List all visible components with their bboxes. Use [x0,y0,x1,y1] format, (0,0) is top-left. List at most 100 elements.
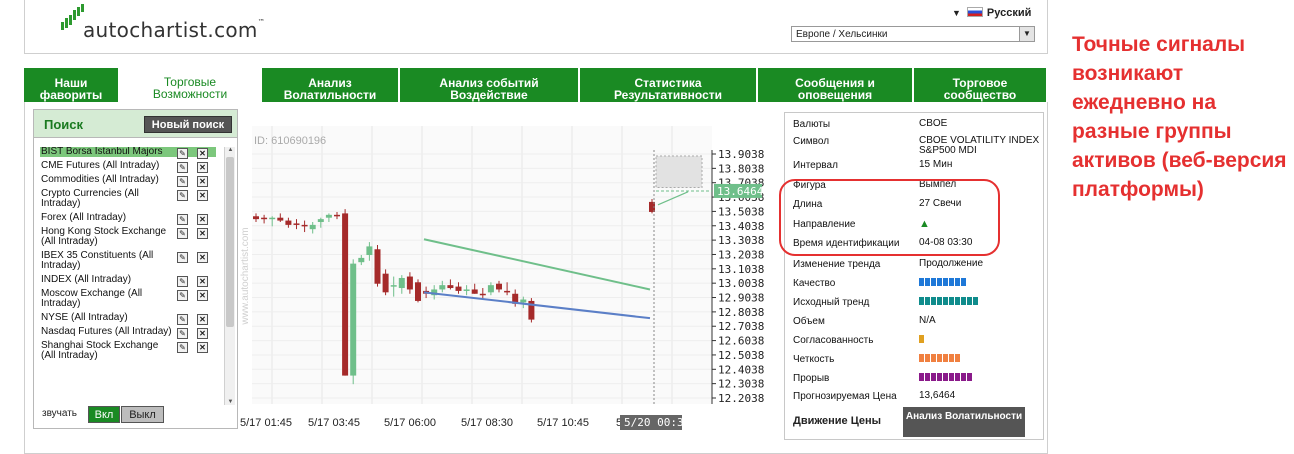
chevron-down-icon[interactable]: ▼ [1019,27,1034,41]
detail-key: Четкость [793,354,835,365]
list-item-label: IBEX 35 Constituents (All Intraday) [41,250,154,271]
list-item[interactable]: Commodities (All Intraday) ✎ ✕ [40,175,216,187]
edit-icon[interactable]: ✎ [177,162,188,173]
price-chart[interactable]: www.autochartist.com ID: 610690196 13.9038… [240,126,770,430]
candle-body [261,217,268,220]
list-item[interactable]: CME Futures (All Intraday) ✎ ✕ [40,160,216,173]
delete-icon[interactable]: ✕ [197,314,208,325]
list-item[interactable]: IBEX 35 Constituents (All Intraday) ✎ ✕ [40,251,216,271]
volatility-analysis-button[interactable]: Анализ Волатильности [903,407,1025,437]
level-segment [955,297,960,305]
candle-body [382,273,389,293]
sound-on-button[interactable]: Вкл [88,406,120,423]
detail-key: Символ [793,136,830,147]
list-item[interactable]: NYSE (All Intraday) ✎ ✕ [40,313,216,325]
delete-icon[interactable]: ✕ [197,162,208,173]
delete-icon[interactable]: ✕ [197,148,208,159]
delete-icon[interactable]: ✕ [197,276,208,287]
plot-background [252,126,712,404]
level-segment [925,373,930,381]
list-item[interactable]: Shanghai Stock Exchange (All Intraday) ✎ ✕ [40,341,216,361]
tab-6[interactable]: Сообщения и оповещения [758,68,914,102]
list-item[interactable]: Moscow Exchange (All Intraday) ✎ ✕ [40,289,216,309]
tab-2[interactable]: Торговые Возможности [120,68,262,102]
y-tick-label: 13.2038 [718,248,764,261]
candle-body [504,290,511,293]
edit-icon[interactable]: ✎ [177,328,188,339]
delete-icon[interactable]: ✕ [197,252,208,263]
delete-icon[interactable]: ✕ [197,328,208,339]
edit-icon[interactable]: ✎ [177,276,188,287]
delete-icon[interactable]: ✕ [197,342,208,353]
level-segment [943,354,948,362]
level-segment [931,373,936,381]
time-label: 5/20 00:30 [624,416,690,429]
tab-3[interactable]: Анализ Волатильности [262,68,400,102]
new-search-button[interactable]: Новый поиск [144,116,232,133]
x-tick-label: 5/17 01:45 [240,417,292,429]
candle-body [455,286,462,291]
list-item[interactable]: Forex (All Intraday) ✎ ✕ [40,213,216,225]
level-segment [943,297,948,305]
level-segment [919,278,924,286]
candle-body [350,263,357,376]
level-segment [919,373,924,381]
tab-5[interactable]: Статистика Результативности [580,68,758,102]
tab-1[interactable]: Наши фавориты [24,68,120,102]
promo-caption: Точные сигналы возникают ежедневно на ра… [1072,33,1287,201]
language-selector[interactable]: ▼ Русский [952,7,1031,19]
edit-icon[interactable]: ✎ [177,314,188,325]
main-tabs: Наши фавориты Торговые Возможности Анализ Вол… [24,68,1048,102]
candle-body [406,276,413,290]
list-item-label: CME Futures (All Intraday) [41,160,160,171]
list-item[interactable]: BIST Borsa Istanbul Majors ✎ ✕ [40,147,216,159]
edit-icon[interactable]: ✎ [177,214,188,225]
edit-icon[interactable]: ✎ [177,252,188,263]
scroll-down-icon[interactable]: ▼ [226,399,235,405]
logo-text: autochartist.com™ [83,18,266,42]
edit-icon[interactable]: ✎ [177,148,188,159]
detail-key: Интервал [793,160,838,171]
detail-key: Объем [793,316,825,327]
tab-4[interactable]: Анализ событий Воздействие [400,68,580,102]
list-item[interactable]: INDEX (All Intraday) ✎ ✕ [40,275,216,287]
list-item-label: Hong Kong Stock Exchange (All Intraday) [41,226,167,247]
price-movement-label: Движение Цены [793,415,882,427]
list-item[interactable]: Nasdaq Futures (All Intraday) ✎ ✕ [40,327,216,339]
delete-icon[interactable]: ✕ [197,228,208,239]
delete-icon[interactable]: ✕ [197,290,208,301]
candle-body [366,246,373,256]
sound-off-button[interactable]: Выкл [121,406,164,423]
tab-label-line2: Волатильности [283,88,377,102]
y-tick-label: 13.4038 [718,220,764,233]
delete-icon[interactable]: ✕ [197,214,208,225]
chart-id-label: ID: 610690196 [254,135,326,147]
tab-7[interactable]: Торговое сообщество [914,68,1048,102]
level-segment [937,297,942,305]
candle-body [415,282,421,301]
level-segment [937,354,942,362]
detail-value: CBOE VOLATILITY INDEX S&P500 MDI [919,135,1040,156]
list-item-label: Moscow Exchange (All Intraday) [41,288,143,309]
edit-icon[interactable]: ✎ [177,228,188,239]
scroll-up-icon[interactable]: ▲ [226,147,235,153]
detail-value [919,373,1043,384]
y-tick-label: 13.8038 [718,162,764,175]
candle-body [374,249,381,284]
scroll-thumb[interactable] [226,157,234,327]
delete-icon[interactable]: ✕ [197,190,208,201]
timezone-select[interactable]: Европе / Хельсинки ▼ [791,26,1035,42]
edit-icon[interactable]: ✎ [177,190,188,201]
edit-icon[interactable]: ✎ [177,342,188,353]
group-list: BIST Borsa Istanbul Majors ✎ ✕ CME Futures … [40,147,235,405]
list-item[interactable]: Crypto Currencies (All Intraday) ✎ ✕ [40,189,216,209]
y-tick-label: 13.5038 [718,205,764,218]
tab-label-line2: оповещения [797,88,873,102]
delete-icon[interactable]: ✕ [197,176,208,187]
list-item[interactable]: Hong Kong Stock Exchange (All Intraday) ✎… [40,227,216,247]
edit-icon[interactable]: ✎ [177,176,188,187]
candle-body [334,214,340,217]
list-scrollbar[interactable]: ▲ ▼ [224,147,235,405]
y-tick-label: 12.2038 [718,392,764,405]
edit-icon[interactable]: ✎ [177,290,188,301]
